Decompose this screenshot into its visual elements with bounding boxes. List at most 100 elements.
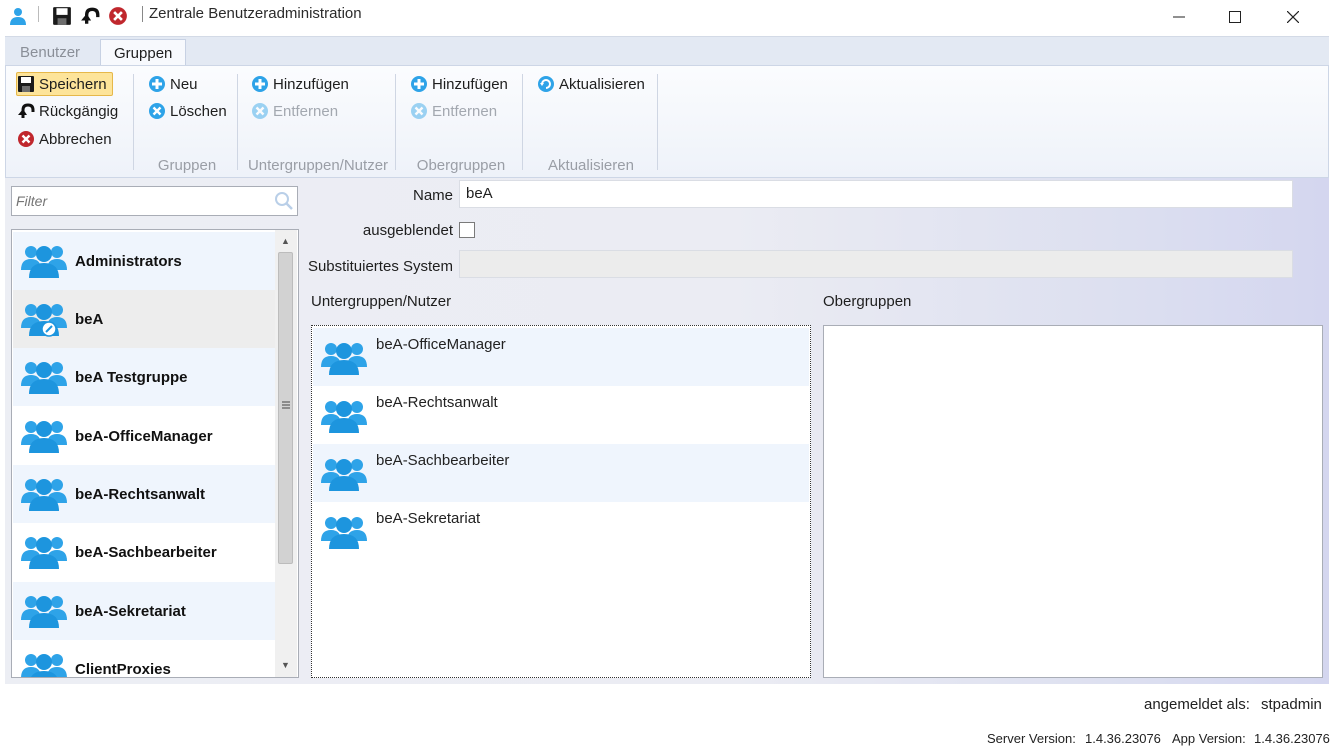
remove-obergruppe-label: Entfernen [432,102,498,120]
name-label: Name [412,187,453,204]
title-separator [142,6,143,22]
title-bar: Zentrale Benutzeradministration [0,0,1334,34]
group-icon [319,511,369,554]
app-version-label: App Version: [1172,731,1246,746]
plus-icon [410,75,428,93]
new-group-button[interactable]: Neu [148,72,198,96]
scroll-up-icon[interactable]: ▲ [281,236,290,246]
remove-icon [251,102,269,120]
remove-icon [410,102,428,120]
list-item-bea-officemanager[interactable]: beA-OfficeManager [13,407,276,465]
server-version-label: Server Version: [987,731,1076,746]
obergruppen-header: Obergruppen [823,293,912,310]
minimize-button[interactable] [1156,0,1202,34]
add-subgroup-label: Hinzufügen [273,75,349,93]
list-item-label: beA-Rechtsanwalt [376,394,498,411]
refresh-label: Aktualisieren [559,75,645,93]
list-item-bea-sekretariat[interactable]: beA-Sekretariat [13,582,276,640]
remove-icon [148,102,166,120]
list-item-label: ClientProxies [75,660,171,678]
remove-obergruppe-button[interactable]: Entfernen [410,99,497,123]
group-edit-icon [19,298,69,341]
plus-icon [148,75,166,93]
new-label: Neu [170,75,198,93]
subst-system-field[interactable] [459,250,1293,278]
list-item-label: beA-Sekretariat [75,602,186,620]
list-item-label: beA [75,310,104,328]
scroll-down-icon[interactable]: ▼ [281,660,290,670]
undo-icon [17,102,35,120]
ribbon-separator [237,74,238,170]
cancel-icon[interactable] [108,6,128,26]
server-version-value: 1.4.36.23076 [1085,731,1161,746]
hidden-checkbox[interactable] [459,222,475,238]
scrollbar-thumb[interactable] [278,252,293,564]
group-icon [19,240,69,283]
tab-strip: Benutzer Gruppen [5,36,1329,68]
list-item-bea-rechtsanwalt[interactable]: beA-Rechtsanwalt [13,465,276,523]
group-icon [19,356,69,399]
group-list: Administrators beA beA Testgruppe beA-Of… [11,229,299,678]
save-icon[interactable] [52,6,72,26]
search-icon[interactable] [274,191,294,211]
list-item-sub-rechtsanwalt[interactable]: beA-Rechtsanwalt [313,386,809,444]
undo-icon[interactable] [80,6,100,26]
filter-box [11,186,298,216]
add-obergruppe-button[interactable]: Hinzufügen [410,72,508,96]
ribbon-separator [522,74,523,170]
save-icon [17,75,35,93]
group-icon [319,337,369,380]
group-list-scrollbar[interactable]: ▲ ▼ [275,230,297,677]
list-item-label: beA Testgruppe [75,368,188,386]
list-item-sub-sekretariat[interactable]: beA-Sekretariat [313,502,809,560]
ribbon-group-aktualisieren-title: Aktualisieren [548,157,634,174]
delete-group-button[interactable]: Löschen [148,99,227,123]
save-label: Speichern [39,75,107,93]
list-item-label: Administrators [75,252,182,270]
list-item-administrators[interactable]: Administrators [13,232,276,290]
list-item-bea-sachbearbeiter[interactable]: beA-Sachbearbeiter [13,523,276,581]
add-subgroup-button[interactable]: Hinzufügen [251,72,349,96]
group-icon [319,395,369,438]
ribbon-group-gruppen-title: Gruppen [157,157,217,174]
maximize-button[interactable] [1212,0,1258,34]
cancel-icon [17,130,35,148]
list-item-bea[interactable]: beA [13,290,276,348]
hidden-label: ausgeblendet [362,222,453,239]
list-item-clientproxies[interactable]: ClientProxies [13,640,276,678]
subgroups-header: Untergruppen/Nutzer [311,293,452,310]
ribbon-separator [133,74,134,170]
list-item-bea-testgruppe[interactable]: beA Testgruppe [13,348,276,406]
tab-gruppen[interactable]: Gruppen [100,39,187,68]
list-item-label: beA-OfficeManager [75,427,213,445]
delete-label: Löschen [170,102,227,120]
list-item-sub-sachbearbeiter[interactable]: beA-Sachbearbeiter [313,444,809,502]
refresh-icon [537,75,555,93]
obergruppen-list[interactable] [823,325,1323,678]
group-icon [19,531,69,574]
remove-subgroup-button[interactable]: Entfernen [251,99,338,123]
ribbon-group-untergruppen-title: Untergruppen/Nutzer [247,157,389,174]
ribbon-separator [657,74,658,170]
list-item-label: beA-Sachbearbeiter [75,543,217,561]
close-button[interactable] [1270,0,1316,34]
group-icon [19,473,69,516]
window-title: Zentrale Benutzeradministration [149,5,362,22]
group-icon [19,648,69,678]
refresh-button[interactable]: Aktualisieren [537,72,645,96]
group-icon [19,590,69,633]
cancel-button[interactable]: Abbrechen [17,127,112,151]
tab-benutzer[interactable]: Benutzer [7,39,93,68]
save-button[interactable]: Speichern [16,72,113,96]
ribbon-group-obergruppen-title: Obergruppen [416,157,506,174]
remove-subgroup-label: Entfernen [273,102,339,120]
title-divider [38,6,39,22]
list-item-sub-officemanager[interactable]: beA-OfficeManager [313,328,809,386]
ribbon-separator [395,74,396,170]
filter-input[interactable] [16,191,266,211]
name-field[interactable]: beA [459,180,1293,208]
undo-button[interactable]: Rückgängig [17,99,118,123]
subgroups-list: beA-OfficeManager beA-Rechtsanwalt beA-S… [311,325,811,678]
list-item-label: beA-Sachbearbeiter [376,452,510,469]
ribbon: Speichern Rückgängig Abbrechen Neu Lösch… [5,65,1329,178]
